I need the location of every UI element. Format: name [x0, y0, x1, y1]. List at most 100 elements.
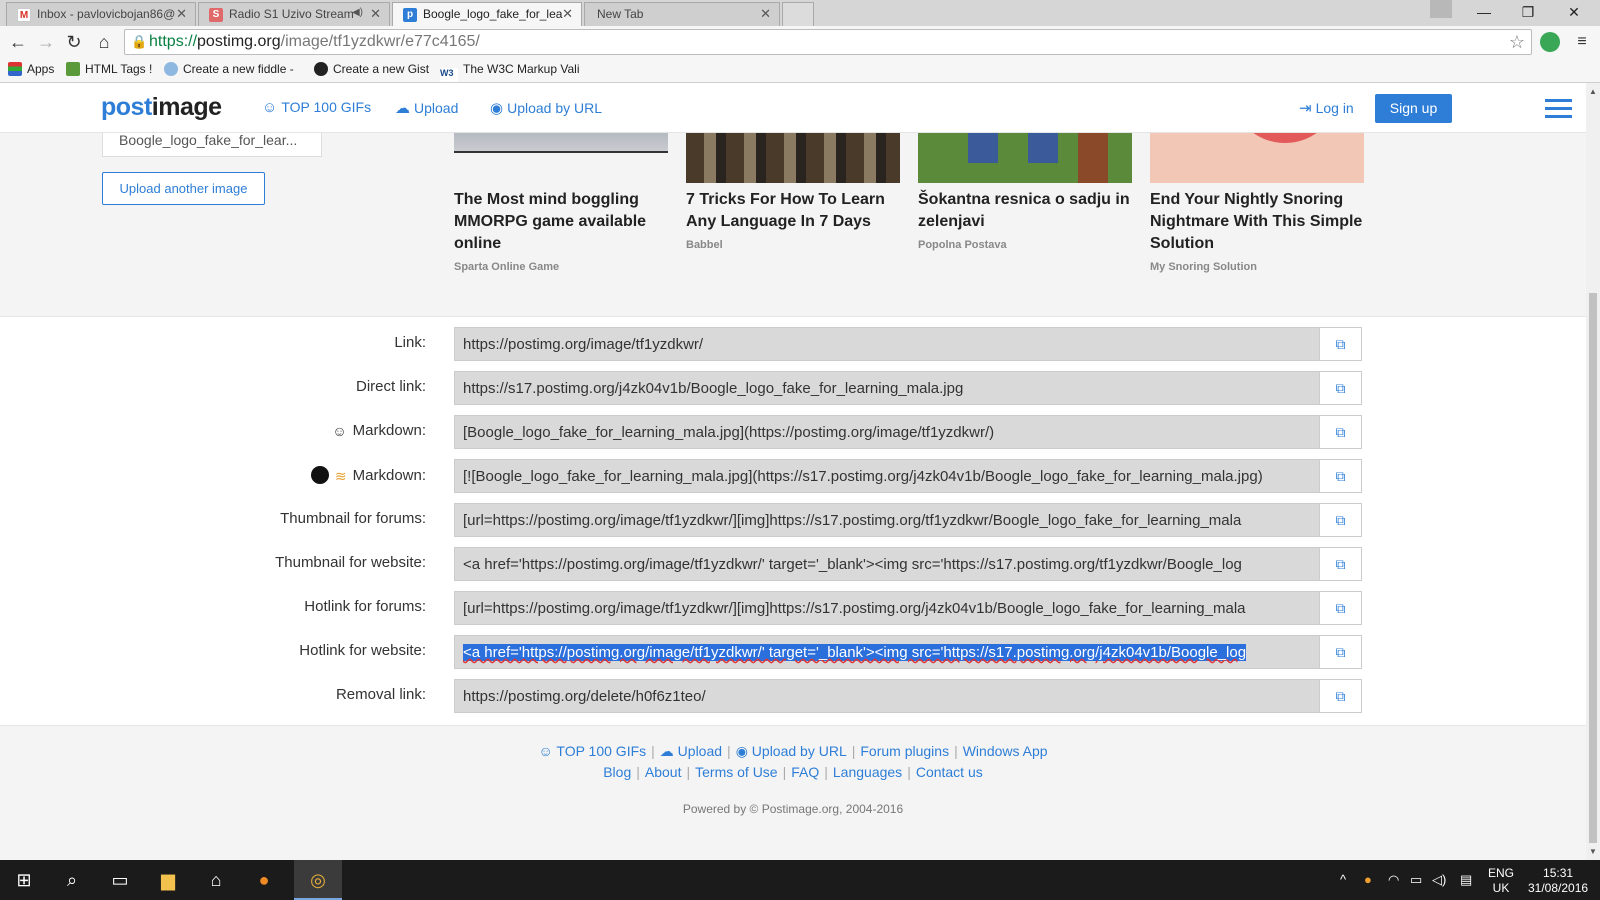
- ad-source: Sparta Online Game: [454, 261, 560, 273]
- code-field[interactable]: [url=https://postimg.org/image/tf1yzdkwr…: [454, 503, 1320, 537]
- code-field[interactable]: https://postimg.org/image/tf1yzdkwr/: [454, 327, 1320, 361]
- battery-icon[interactable]: ▭: [1410, 872, 1422, 888]
- ad-title: End Your Nightly Snoring Nightmare With …: [1150, 191, 1363, 252]
- footer-link[interactable]: Upload: [678, 743, 722, 759]
- bookmark-fiddle[interactable]: Create a new fiddle -: [164, 62, 294, 76]
- clock[interactable]: 15:31 31/08/2016: [1528, 866, 1588, 896]
- chrome-icon[interactable]: ◎: [294, 860, 342, 900]
- signup-button[interactable]: Sign up: [1375, 94, 1452, 123]
- bookmark-html-tags[interactable]: HTML Tags !: [66, 62, 152, 76]
- notifications-icon[interactable]: ▤: [1460, 872, 1472, 888]
- search-icon[interactable]: ⌕: [48, 860, 96, 900]
- tray-chevron-icon[interactable]: ^: [1340, 872, 1346, 887]
- windows-start-icon[interactable]: ⊞: [0, 860, 48, 900]
- language-indicator[interactable]: ENG UK: [1488, 866, 1514, 896]
- footer-link[interactable]: Languages: [833, 764, 902, 780]
- page-scrollbar[interactable]: ▲ ▼: [1586, 83, 1600, 860]
- close-tab-icon[interactable]: ✕: [760, 6, 771, 22]
- wifi-icon[interactable]: ◠: [1388, 872, 1399, 888]
- footer-link[interactable]: Forum plugins: [860, 743, 949, 759]
- tab-new[interactable]: New Tab ✕: [584, 2, 780, 26]
- hamburger-menu-icon[interactable]: [1545, 99, 1572, 119]
- copy-icon[interactable]: ⧉: [1320, 547, 1362, 581]
- tab-radio[interactable]: S Radio S1 Uzivo Stream ◀) ✕: [198, 2, 390, 26]
- close-window-icon[interactable]: ✕: [1552, 0, 1596, 24]
- star-icon[interactable]: ☆: [1509, 30, 1525, 54]
- new-tab-button[interactable]: [782, 2, 814, 26]
- radio-icon: S: [209, 8, 223, 22]
- code-row-link: Link: https://postimg.org/image/tf1yzdkw…: [0, 327, 1586, 361]
- close-tab-icon[interactable]: ✕: [370, 6, 381, 22]
- code-label: Link:: [394, 334, 426, 351]
- github-icon: [310, 466, 329, 484]
- copy-icon[interactable]: ⧉: [1320, 679, 1362, 713]
- code-field-selected[interactable]: <a href='https://postimg.org/image/tf1yz…: [454, 635, 1320, 669]
- footer-link[interactable]: Windows App: [963, 743, 1048, 759]
- share-codes-panel: Link: https://postimg.org/image/tf1yzdkw…: [0, 316, 1586, 726]
- code-field[interactable]: [![Boogle_logo_fake_for_learning_mala.jp…: [454, 459, 1320, 493]
- nav-upload-by-url[interactable]: ◉ Upload by URL: [490, 99, 602, 117]
- code-label: Hotlink for website:: [299, 642, 426, 659]
- copy-icon[interactable]: ⧉: [1320, 327, 1362, 361]
- code-field[interactable]: https://postimg.org/delete/h0f6z1teo/: [454, 679, 1320, 713]
- code-row-markdown-reddit: ☺ Markdown: [Boogle_logo_fake_for_learnin…: [0, 415, 1586, 449]
- footer-link[interactable]: Terms of Use: [695, 764, 777, 780]
- copy-icon[interactable]: ⧉: [1320, 503, 1362, 537]
- extension-icon[interactable]: [1540, 32, 1560, 52]
- copy-icon[interactable]: ⧉: [1320, 459, 1362, 493]
- smiley-icon: ☺: [538, 743, 553, 759]
- footer-link[interactable]: Upload by URL: [752, 743, 847, 759]
- copy-icon[interactable]: ⧉: [1320, 591, 1362, 625]
- audio-playing-icon[interactable]: ◀): [352, 7, 363, 18]
- address-bar[interactable]: 🔒 https://postimg.org/image/tf1yzdkwr/e7…: [124, 29, 1532, 55]
- site-header: postimage ☺ TOP 100 GIFs ☁ Upload ◉ Upload …: [0, 83, 1586, 133]
- code-row-direct: Direct link: https://s17.postimg.org/j4z…: [0, 371, 1586, 405]
- file-explorer-icon[interactable]: ▆: [144, 860, 192, 900]
- cloud-upload-icon: ☁: [659, 743, 674, 759]
- postimage-icon: p: [403, 8, 417, 22]
- menu-icon[interactable]: ≡: [1570, 30, 1594, 54]
- footer-link[interactable]: About: [645, 764, 682, 780]
- volume-icon[interactable]: ◁): [1432, 872, 1446, 888]
- ad-source: Babbel: [686, 239, 723, 251]
- footer-link[interactable]: TOP 100 GIFs: [556, 743, 646, 759]
- task-view-icon[interactable]: ▭: [96, 860, 144, 900]
- upload-another-button[interactable]: Upload another image: [102, 172, 265, 205]
- bookmark-apps[interactable]: Apps: [8, 62, 54, 76]
- nav-top-gifs[interactable]: ☺ TOP 100 GIFs: [262, 99, 371, 116]
- reload-icon[interactable]: ↻: [62, 30, 86, 54]
- tray-app-icon[interactable]: ●: [1364, 872, 1372, 887]
- bookmark-gist[interactable]: Create a new Gist: [314, 62, 429, 76]
- forward-icon[interactable]: →: [34, 30, 58, 54]
- code-field[interactable]: [Boogle_logo_fake_for_learning_mala.jpg]…: [454, 415, 1320, 449]
- close-tab-icon[interactable]: ✕: [176, 6, 187, 22]
- tab-inbox[interactable]: M Inbox - pavlovicbojan86@ ✕: [6, 2, 196, 26]
- copy-icon[interactable]: ⧉: [1320, 371, 1362, 405]
- home-icon[interactable]: ⌂: [92, 30, 116, 54]
- site-footer: ☺ TOP 100 GIFs | ☁ Upload | ◉ Upload by URL |…: [0, 743, 1586, 816]
- firefox-icon[interactable]: ●: [240, 860, 288, 900]
- footer-link[interactable]: Contact us: [916, 764, 983, 780]
- copy-icon[interactable]: ⧉: [1320, 635, 1362, 669]
- back-icon[interactable]: ←: [6, 30, 30, 54]
- footer-link[interactable]: FAQ: [791, 764, 819, 780]
- bookmark-w3c[interactable]: W3 The W3C Markup Vali: [440, 62, 579, 82]
- code-field[interactable]: https://s17.postimg.org/j4zk04v1b/Boogle…: [454, 371, 1320, 405]
- store-icon[interactable]: ⌂: [192, 860, 240, 900]
- code-label: Markdown:: [352, 422, 426, 439]
- restore-icon[interactable]: ❐: [1506, 0, 1550, 24]
- close-tab-icon[interactable]: ✕: [562, 6, 573, 22]
- footer-link[interactable]: Blog: [603, 764, 631, 780]
- postimage-logo[interactable]: postimage: [101, 93, 222, 122]
- html-tags-icon: [66, 62, 80, 76]
- login-link[interactable]: ⇥ Log in: [1299, 99, 1354, 117]
- code-field[interactable]: <a href='https://postimg.org/image/tf1yz…: [454, 547, 1320, 581]
- code-field[interactable]: [url=https://postimg.org/image/tf1yzdkwr…: [454, 591, 1320, 625]
- tab-postimage[interactable]: p Boogle_logo_fake_for_lea ✕: [392, 2, 582, 26]
- footer-row-1: ☺ TOP 100 GIFs | ☁ Upload | ◉ Upload by URL |…: [538, 743, 1048, 759]
- nav-upload[interactable]: ☁ Upload: [395, 99, 458, 117]
- minimize-icon[interactable]: —: [1462, 0, 1506, 24]
- profile-icon[interactable]: [1430, 0, 1452, 18]
- scrollbar-thumb[interactable]: [1589, 293, 1597, 843]
- copy-icon[interactable]: ⧉: [1320, 415, 1362, 449]
